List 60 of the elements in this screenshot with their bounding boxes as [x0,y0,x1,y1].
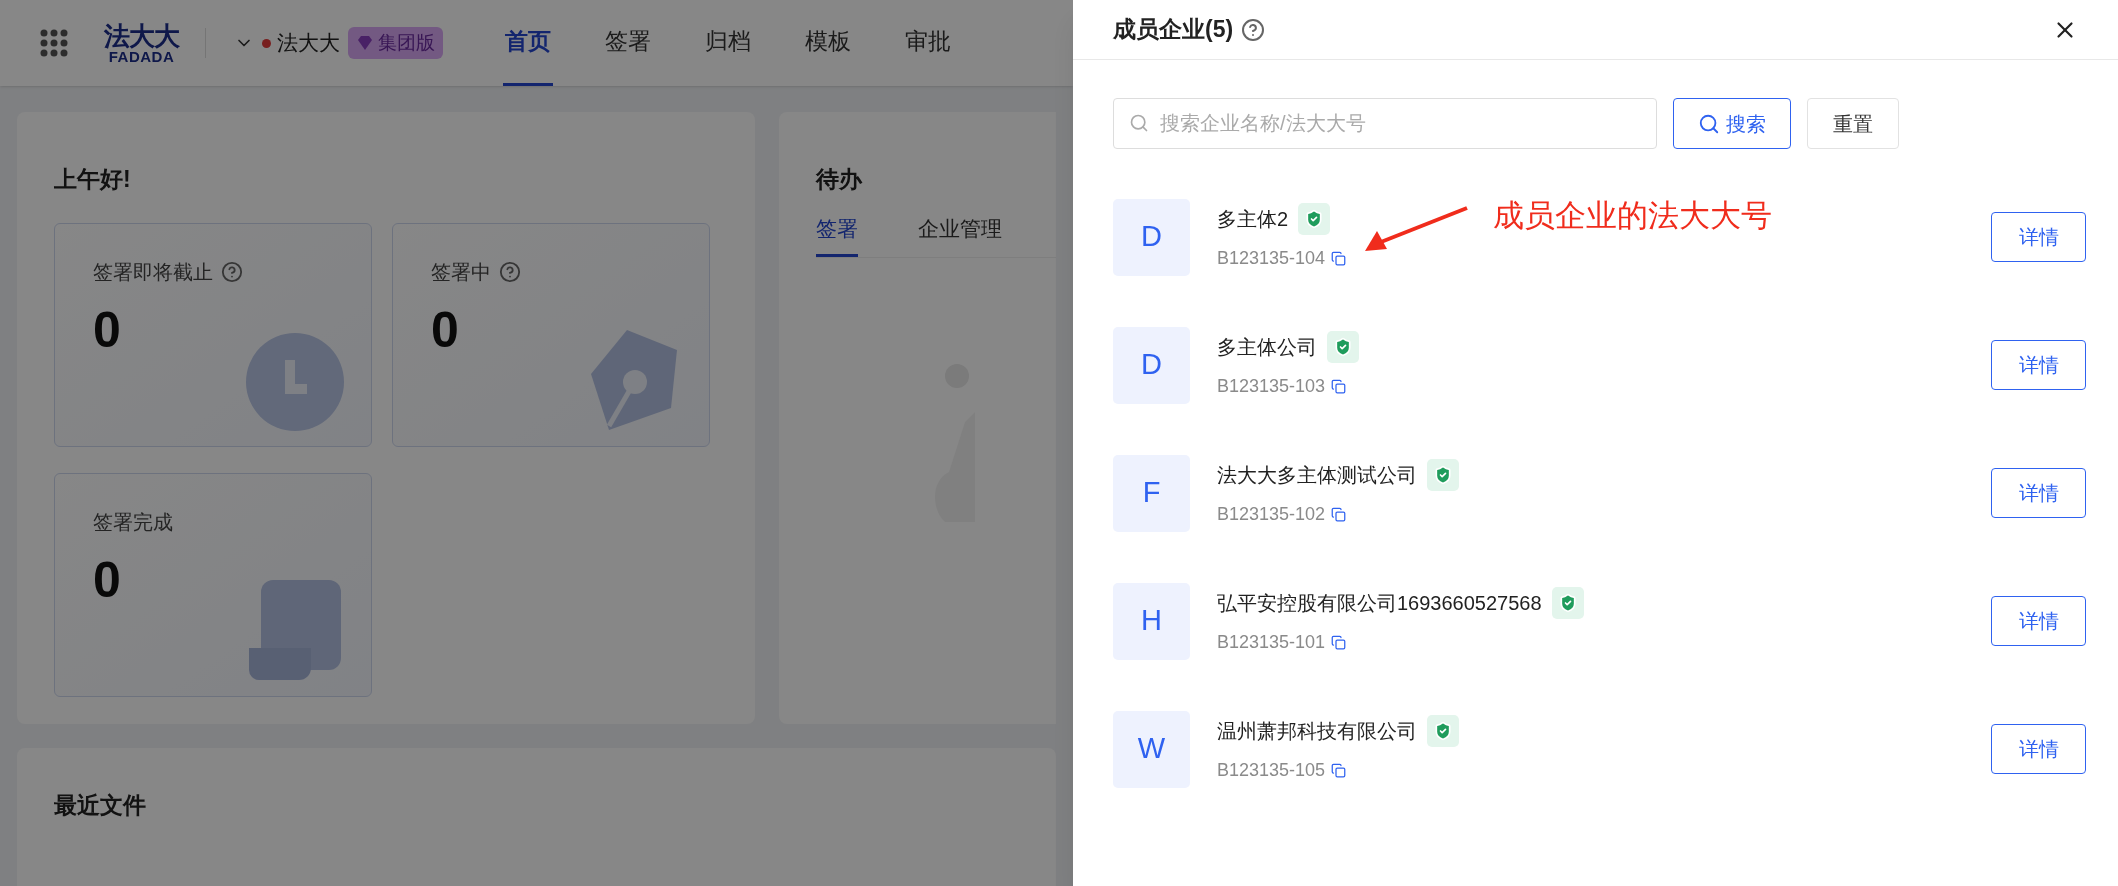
details-button[interactable]: 详情 [1991,340,2086,390]
annotation-text: 成员企业的法大大号 [1493,197,1772,235]
stat-label: 签署中 [431,259,491,285]
todo-tab[interactable]: 签署 [816,212,858,257]
todo-tab[interactable]: 企业管理 [918,212,1002,257]
company-number: B123135-103 [1217,374,1326,398]
company-avatar: D [1113,326,1190,404]
nav-tab[interactable]: 审批 [903,0,953,86]
details-button[interactable]: 详情 [1991,596,2086,646]
company-name: 温州萧邦科技有限公司 [1217,718,1417,744]
stat-label: 签署完成 [93,509,173,535]
nav-tab[interactable]: 首页 [503,0,553,86]
search-field[interactable]: 搜索企业名称/法大大号 [1113,98,1657,149]
copy-icon[interactable] [1331,762,1347,778]
help-icon[interactable] [1241,17,1266,42]
nav-tab[interactable]: 模板 [803,0,853,86]
help-icon[interactable] [221,260,243,283]
reset-button[interactable]: 重置 [1807,98,1899,149]
details-button[interactable]: 详情 [1991,724,2086,774]
company-avatar: D [1113,198,1190,276]
drawer-title: 成员企业(5) [1113,15,1234,45]
stat-value: 0 [431,304,460,355]
company-avatar: F [1113,454,1190,532]
search-button[interactable]: 搜索 [1673,98,1791,149]
search-icon [1698,112,1720,135]
stat-card[interactable]: 签署即将截止 0 [54,222,372,447]
company-name: 多主体公司 [1217,334,1317,360]
details-button[interactable]: 详情 [1991,212,2086,262]
stat-value: 0 [93,554,122,605]
stat-value: 0 [93,304,122,355]
stat-card[interactable]: 签署中 0 [392,222,710,447]
details-button[interactable]: 详情 [1991,468,2086,518]
company-number: B123135-105 [1217,758,1326,782]
nav-tab[interactable]: 签署 [603,0,653,86]
copy-icon[interactable] [1331,378,1347,394]
search-icon [1129,113,1149,133]
todo-title: 待办 [816,165,864,194]
company-name: 多主体2 [1217,206,1289,232]
company-number: B123135-101 [1217,630,1326,654]
edition-badge: 集团版 [348,27,443,59]
company-name: 弘平安控股有限公司1693660527568 [1217,590,1542,616]
nav-tab[interactable]: 归档 [703,0,753,86]
company-avatar: H [1113,582,1190,660]
help-icon[interactable] [499,260,521,283]
apps-grid-icon[interactable] [40,29,68,57]
company-avatar: W [1113,710,1190,788]
logo: 法大大 FADADA [104,22,179,64]
company-number: B123135-102 [1217,502,1326,526]
copy-icon[interactable] [1331,506,1347,522]
copy-icon[interactable] [1331,250,1347,266]
company-number: B123135-104 [1217,246,1326,270]
recent-files-title: 最近文件 [54,791,147,820]
stat-label: 签署即将截止 [93,259,213,285]
copy-icon[interactable] [1331,634,1347,650]
diamond-icon [356,34,374,52]
org-name[interactable]: 法大大 [277,27,340,59]
company-name: 法大大多主体测试公司 [1217,462,1417,488]
stat-card[interactable]: 签署完成 0 [54,472,372,697]
greeting-title: 上午好! [54,165,132,194]
clock-icon [245,331,345,432]
